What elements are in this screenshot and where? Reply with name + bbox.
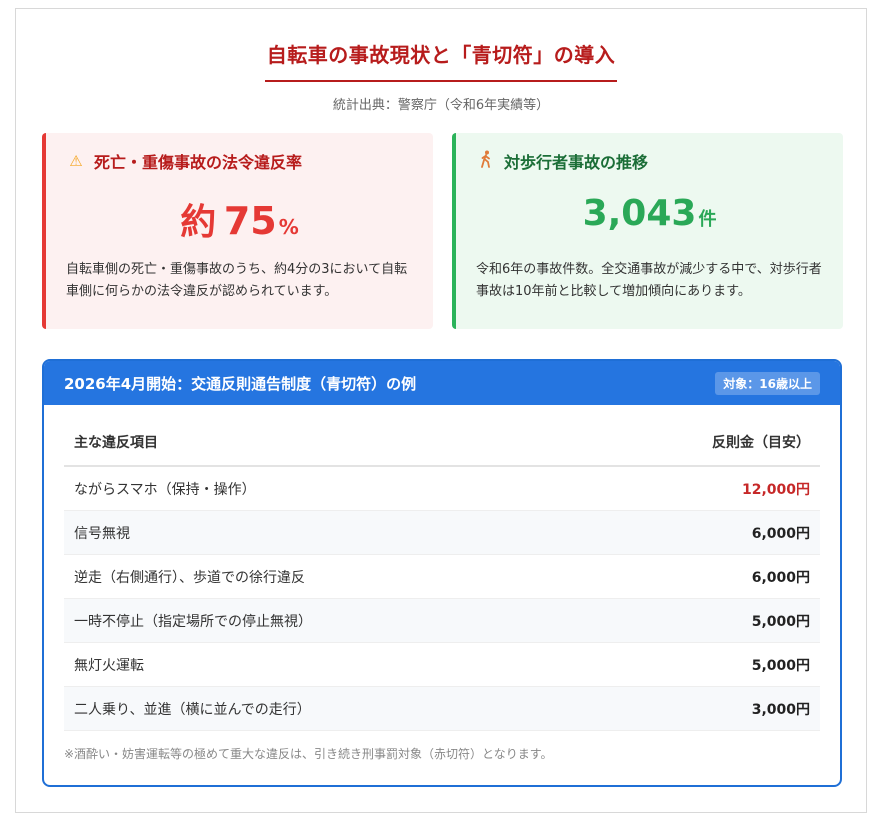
violation-rate-number: 75 <box>223 199 277 243</box>
fine-amount: 3,000円 <box>751 701 810 718</box>
violation-rate-title-text: 死亡・重傷事故の法令違反率 <box>94 153 303 172</box>
pedestrian-accident-value: 3,043 件 <box>476 193 823 247</box>
blue-ticket-table-card: 2026年4月開始：交通反則通告制度（青切符）の例 対象：16歳以上 主な違反項… <box>42 359 842 787</box>
content-frame: 自転車の事故現状と「青切符」の導入 統計出典：警察庁（令和6年実績等） ⚠ 死亡… <box>15 8 867 813</box>
table-row: ながらスマホ（保持・操作） 12,000円 <box>64 467 820 511</box>
fine-amount: 12,000円 <box>741 481 810 498</box>
fine-table-header-row: 主な違反項目 反則金（目安） <box>64 419 820 467</box>
violation-item: 一時不停止（指定場所での停止無視） <box>74 613 312 630</box>
violation-rate-prefix: 約 <box>180 202 219 243</box>
column-header-fine: 反則金（目安） <box>712 435 810 451</box>
violation-rate-card: ⚠ 死亡・重傷事故の法令違反率 約 75% 自転車側の死亡・重傷事故のうち、約4… <box>42 133 433 329</box>
blue-ticket-table-header-bar: 2026年4月開始：交通反則通告制度（青切符）の例 対象：16歳以上 <box>44 361 840 405</box>
warning-icon: ⚠ <box>69 152 83 170</box>
pedestrian-accident-unit: 件 <box>698 209 717 230</box>
statistics-source: 統計出典：警察庁（令和6年実績等） <box>332 98 550 113</box>
violation-rate-value: 約 75% <box>66 193 413 247</box>
violation-item: 二人乗り、並進（横に並んでの走行） <box>74 701 311 718</box>
table-row: 無灯火運転 5,000円 <box>64 643 820 687</box>
fine-amount: 6,000円 <box>751 569 810 586</box>
fine-amount: 6,000円 <box>751 525 810 542</box>
violation-item: 信号無視 <box>74 525 130 542</box>
walking-person-icon <box>476 150 496 172</box>
page-header: 自転車の事故現状と「青切符」の導入 統計出典：警察庁（令和6年実績等） <box>16 39 866 113</box>
table-row: 二人乗り、並進（横に並んでの走行） 3,000円 <box>64 687 820 731</box>
violation-rate-card-title: ⚠ 死亡・重傷事故の法令違反率 <box>66 151 413 172</box>
violation-item: 逆走（右側通行）、歩道での徐行違反 <box>74 569 305 586</box>
violation-item: 無灯火運転 <box>74 657 144 674</box>
pedestrian-accident-number: 3,043 <box>582 193 697 234</box>
table-row: 信号無視 6,000円 <box>64 511 820 555</box>
red-ticket-note: ※酒酔い・妨害運転等の極めて重大な違反は、引き続き刑事罰対象（赤切符）となります… <box>64 747 553 761</box>
column-header-item: 主な違反項目 <box>74 435 158 451</box>
page-title: 自転車の事故現状と「青切符」の導入 <box>264 39 618 82</box>
violation-item: ながらスマホ（保持・操作） <box>74 481 256 498</box>
table-row: 逆走（右側通行）、歩道での徐行違反 6,000円 <box>64 555 820 599</box>
pedestrian-accident-card: 対歩行者事故の推移 3,043 件 令和6年の事故件数。全交通事故が減少する中で、… <box>452 133 843 329</box>
table-row: 一時不停止（指定場所での停止無視） 5,000円 <box>64 599 820 643</box>
fine-amount: 5,000円 <box>751 613 810 630</box>
target-age-badge: 対象：16歳以上 <box>715 371 820 395</box>
pedestrian-accident-title-text: 対歩行者事故の推移 <box>504 153 649 172</box>
pedestrian-accident-description: 令和6年の事故件数。全交通事故が減少する中で、対歩行者事故は10年前と比較して増… <box>476 262 822 299</box>
fine-amount: 5,000円 <box>751 657 810 674</box>
violation-rate-unit: % <box>278 215 299 239</box>
pedestrian-accident-card-title: 対歩行者事故の推移 <box>476 150 823 172</box>
blue-ticket-table-title: 2026年4月開始：交通反則通告制度（青切符）の例 <box>64 374 417 393</box>
violation-rate-description: 自転車側の死亡・重傷事故のうち、約4分の3において自転車側に何らかの法令違反が認… <box>66 262 408 299</box>
fine-table: 主な違反項目 反則金（目安） ながらスマホ（保持・操作） 12,000円 信号無… <box>64 419 820 731</box>
